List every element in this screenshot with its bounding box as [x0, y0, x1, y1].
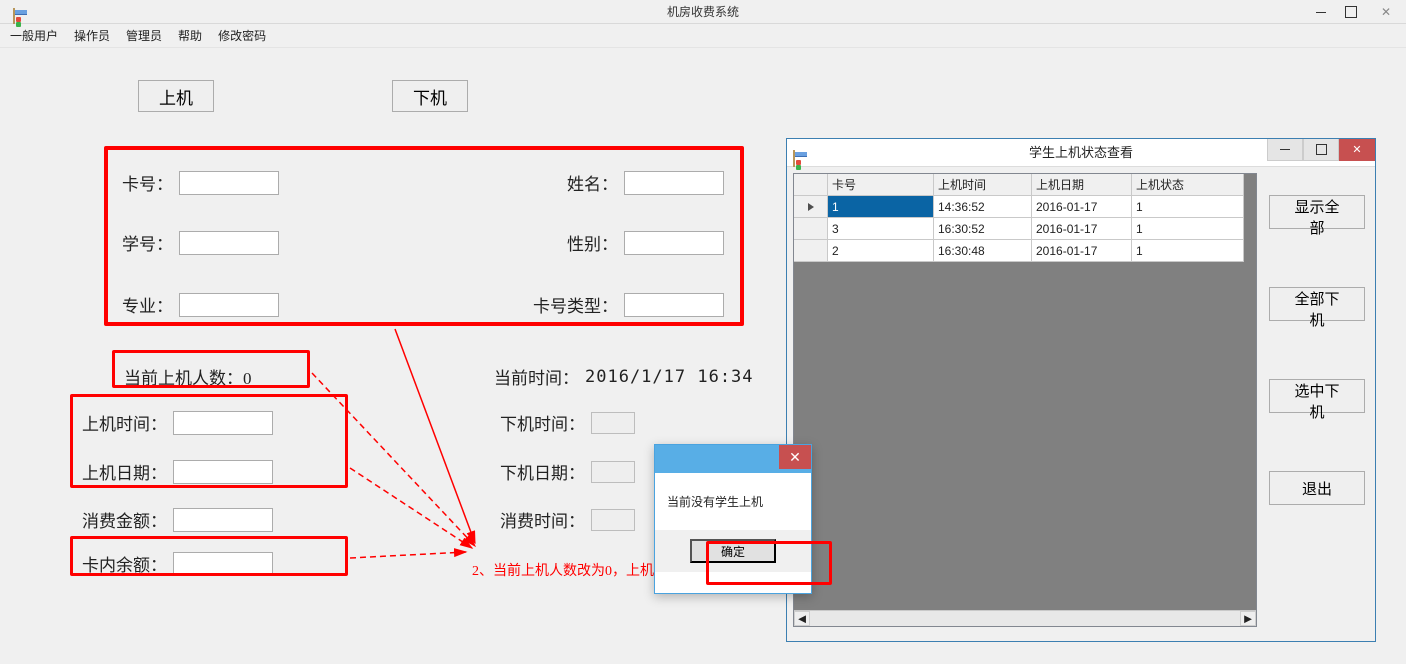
show-all-button[interactable]: 显示全部 [1269, 195, 1365, 229]
logout-all-button[interactable]: 全部下机 [1269, 287, 1365, 321]
message-box-text: 当前没有学生上机 [655, 473, 811, 530]
grid-col-time[interactable]: 上机时间 [934, 174, 1032, 196]
label-balance: 卡内余额： [82, 551, 167, 576]
input-card-no[interactable] [179, 171, 279, 195]
logout-button[interactable]: 下机 [392, 80, 468, 112]
table-row[interactable]: 3 16:30:52 2016-01-17 1 [794, 218, 1256, 240]
message-box: ✕ 当前没有学生上机 确定 [654, 444, 812, 594]
child-maximize-button[interactable] [1303, 139, 1339, 161]
menu-admin[interactable]: 管理员 [126, 27, 162, 44]
input-student-no[interactable] [179, 231, 279, 255]
table-row[interactable]: 1 14:36:52 2016-01-17 1 [794, 196, 1256, 218]
child-window-titlebar: 学生上机状态查看 ✕ [787, 139, 1375, 167]
menu-operator[interactable]: 操作员 [74, 27, 110, 44]
scroll-left-icon[interactable]: ◄ [794, 611, 810, 626]
main-maximize-button[interactable] [1336, 0, 1366, 24]
input-name[interactable] [624, 171, 724, 195]
label-consume-amount: 消费金额： [82, 507, 167, 532]
main-window-titlebar: 机房收费系统 ✕ [0, 0, 1406, 24]
input-consume-amount[interactable] [173, 508, 273, 532]
grid-horizontal-scrollbar[interactable]: ◄ ► [794, 610, 1256, 626]
input-gender[interactable] [624, 231, 724, 255]
message-box-ok-button[interactable]: 确定 [690, 539, 776, 563]
value-logout-date [591, 461, 635, 483]
input-card-type[interactable] [624, 293, 724, 317]
label-logout-date: 下机日期： [500, 459, 585, 484]
message-box-titlebar: ✕ [655, 445, 811, 473]
label-gender: 性别： [567, 230, 618, 255]
grid-col-status[interactable]: 上机状态 [1132, 174, 1244, 196]
value-consume-time [591, 509, 635, 531]
app-icon [6, 4, 22, 20]
label-card-no: 卡号： [122, 170, 173, 195]
input-login-date[interactable] [173, 460, 273, 484]
main-minimize-button[interactable] [1306, 0, 1336, 24]
label-current-time: 当前时间： [494, 364, 579, 389]
value-current-time: 2016/1/17 16:34 [585, 367, 754, 387]
menu-change-password[interactable]: 修改密码 [218, 27, 266, 44]
child-window-icon [793, 145, 795, 173]
login-button[interactable]: 上机 [138, 80, 214, 112]
label-login-time: 上机时间： [82, 410, 167, 435]
data-grid[interactable]: 卡号 上机时间 上机日期 上机状态 1 14:36:52 2016-01-17 … [793, 173, 1257, 627]
label-login-date: 上机日期： [82, 459, 167, 484]
logout-selected-button[interactable]: 选中下机 [1269, 379, 1365, 413]
label-consume-time: 消费时间： [500, 507, 585, 532]
row-indicator-icon [794, 196, 828, 218]
input-balance[interactable] [173, 552, 273, 576]
menu-bar: 一般用户 操作员 管理员 帮助 修改密码 [0, 24, 1406, 48]
input-major[interactable] [179, 293, 279, 317]
child-close-button[interactable]: ✕ [1339, 139, 1375, 161]
grid-header: 卡号 上机时间 上机日期 上机状态 [794, 174, 1256, 196]
input-login-time[interactable] [173, 411, 273, 435]
table-row[interactable]: 2 16:30:48 2016-01-17 1 [794, 240, 1256, 262]
label-logout-time: 下机时间： [500, 410, 585, 435]
main-close-button[interactable]: ✕ [1366, 0, 1406, 24]
child-minimize-button[interactable] [1267, 139, 1303, 161]
child-window: 学生上机状态查看 ✕ 卡号 上机时间 上机日期 上机状态 1 14:36:52 … [786, 138, 1376, 642]
main-window-title: 机房收费系统 [667, 5, 739, 19]
label-student-no: 学号： [122, 230, 173, 255]
grid-col-date[interactable]: 上机日期 [1032, 174, 1132, 196]
label-current-online: 当前上机人数：0 [124, 364, 252, 389]
menu-general-user[interactable]: 一般用户 [10, 27, 58, 44]
message-box-close-button[interactable]: ✕ [779, 445, 811, 469]
menu-help[interactable]: 帮助 [178, 27, 202, 44]
child-window-title: 学生上机状态查看 [1029, 145, 1133, 160]
exit-button[interactable]: 退出 [1269, 471, 1365, 505]
scroll-right-icon[interactable]: ► [1240, 611, 1256, 626]
grid-col-card[interactable]: 卡号 [828, 174, 934, 196]
label-card-type: 卡号类型： [533, 292, 618, 317]
label-major: 专业： [122, 292, 173, 317]
value-logout-time [591, 412, 635, 434]
label-name: 姓名： [567, 170, 618, 195]
